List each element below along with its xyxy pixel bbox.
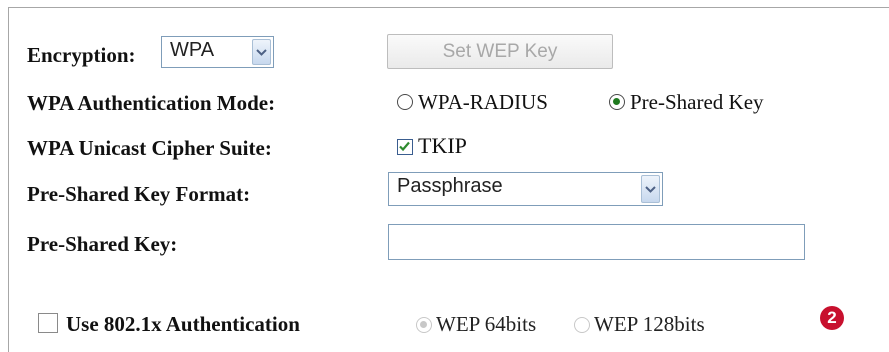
encryption-select[interactable]: WPA — [161, 36, 274, 68]
encryption-label: Encryption: — [27, 43, 136, 67]
chevron-down-icon[interactable] — [641, 175, 660, 203]
key-format-label: Pre-Shared Key Format: — [27, 182, 251, 206]
use-8021x-checkbox[interactable] — [38, 313, 58, 333]
auth-mode-label: WPA Authentication Mode: — [27, 91, 276, 115]
radio-wpa-radius-label: WPA-RADIUS — [418, 90, 548, 114]
tkip-checkbox[interactable] — [397, 139, 413, 155]
psk-input[interactable] — [388, 224, 805, 260]
tkip-label: TKIP — [418, 133, 467, 158]
key-format-select-value: Passphrase — [397, 175, 503, 197]
set-wep-key-button[interactable]: Set WEP Key — [387, 34, 613, 69]
psk-label: Pre-Shared Key: — [27, 232, 178, 256]
use-8021x-label: Use 802.1x Authentication — [66, 312, 300, 336]
checkmark-icon — [399, 141, 410, 152]
radio-wpa-radius[interactable] — [397, 94, 413, 110]
chevron-down-icon[interactable] — [252, 39, 271, 65]
key-format-select[interactable]: Passphrase — [388, 172, 663, 206]
radio-wep-128[interactable] — [574, 317, 590, 333]
radio-wep-128-label: WEP 128bits — [594, 312, 705, 336]
cipher-suite-label: WPA Unicast Cipher Suite: — [27, 136, 272, 160]
step-number-badge: 2 — [820, 306, 844, 330]
radio-pre-shared-key-label: Pre-Shared Key — [630, 90, 764, 114]
encryption-select-value: WPA — [170, 39, 215, 61]
radio-wep-64-label: WEP 64bits — [436, 312, 537, 336]
radio-wep-64[interactable] — [416, 317, 432, 333]
radio-pre-shared-key[interactable] — [609, 94, 625, 110]
